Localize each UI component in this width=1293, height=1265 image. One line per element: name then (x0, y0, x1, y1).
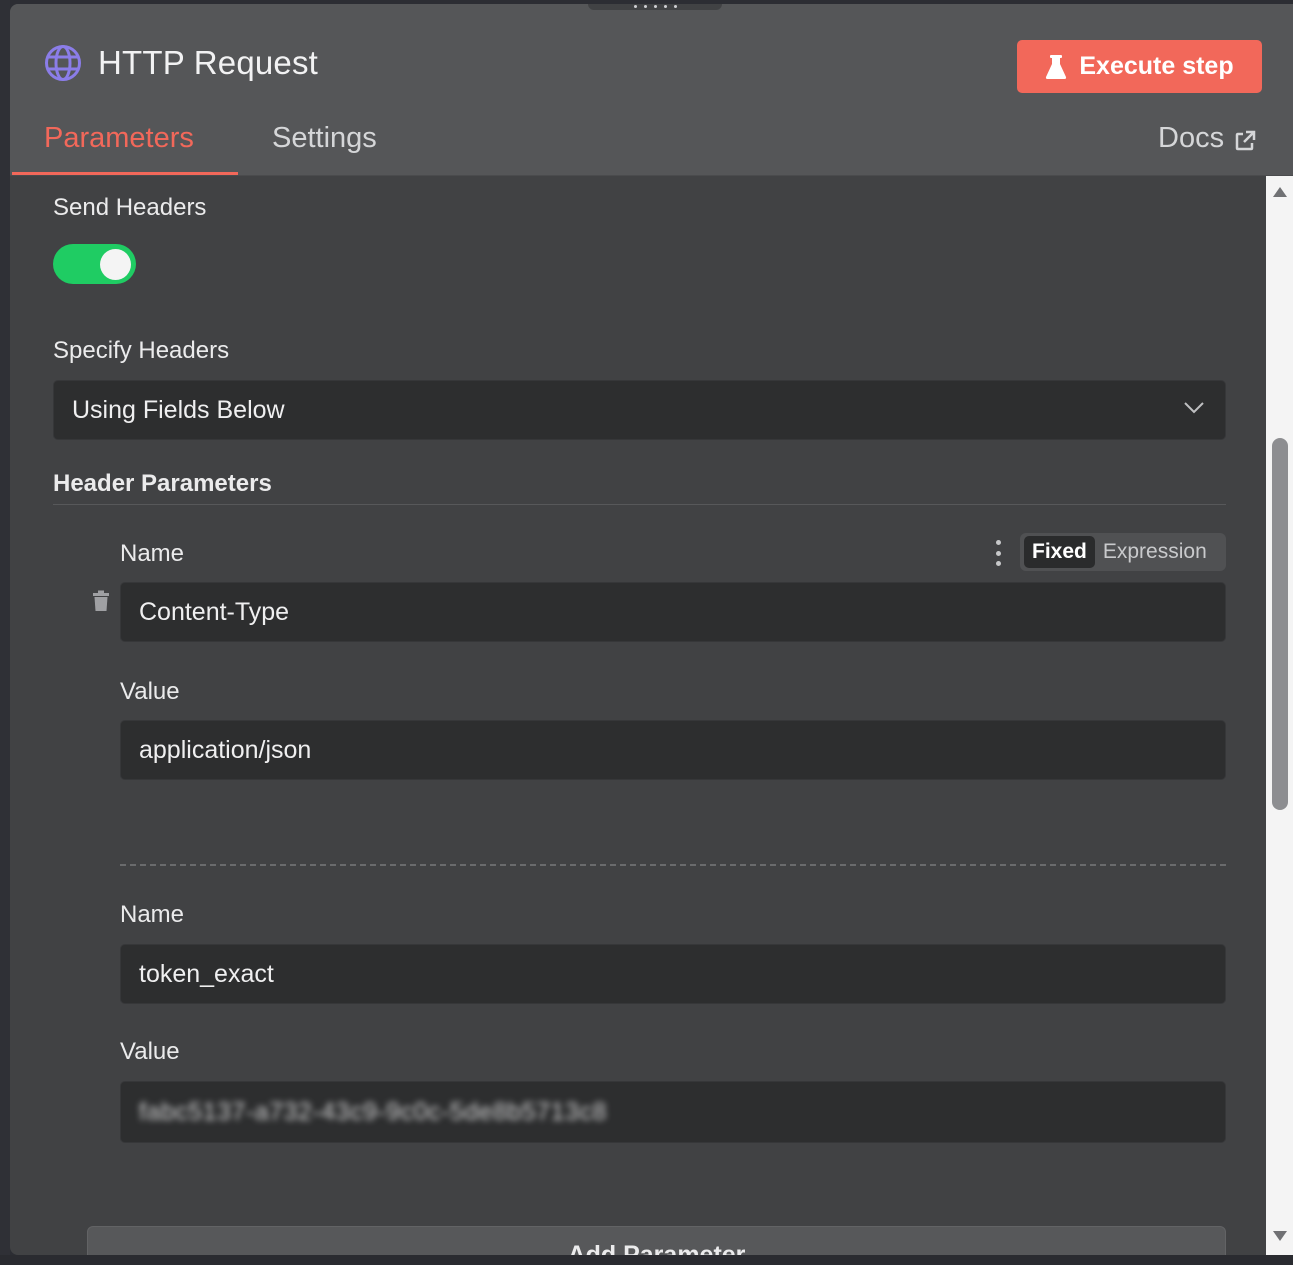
specify-headers-label: Specify Headers (53, 337, 230, 364)
tab-parameters[interactable]: Parameters (44, 122, 194, 155)
param-2-name-value: token_exact (139, 959, 274, 988)
param-2-value-label: Value (120, 1038, 180, 1065)
mode-expression-option[interactable]: Expression (1095, 536, 1215, 568)
specify-headers-value: Using Fields Below (72, 395, 285, 424)
docs-link[interactable]: Docs (1158, 122, 1256, 155)
execute-step-button[interactable]: Execute step (1017, 40, 1262, 93)
fixed-expression-toggle[interactable]: Fixed Expression (1020, 533, 1226, 571)
param-1-value-label: Value (120, 678, 180, 705)
section-divider (53, 504, 1226, 505)
param-2-value-input[interactable]: fabc5137-a732-43c9-9c0c-5de8b5713c8 (120, 1081, 1226, 1143)
scroll-up-arrow-icon[interactable] (1272, 186, 1288, 198)
execute-step-label: Execute step (1079, 52, 1234, 80)
header-parameters-label: Header Parameters (53, 470, 272, 497)
panel-header: HTTP Request Execute step Parameters Set… (10, 4, 1293, 176)
flask-icon (1046, 54, 1067, 79)
param-1-name-label: Name (120, 540, 185, 567)
globe-icon (45, 45, 81, 81)
param-2-value-value: fabc5137-a732-43c9-9c0c-5de8b5713c8 (139, 1097, 607, 1126)
canvas-background-bottom (0, 1255, 1293, 1265)
toggle-knob (100, 249, 131, 280)
param-1-value-value: application/json (139, 735, 312, 764)
trash-icon[interactable] (92, 590, 110, 612)
add-parameter-button[interactable]: Add Parameter (87, 1226, 1226, 1255)
send-headers-toggle[interactable] (53, 244, 136, 284)
docs-label: Docs (1158, 122, 1225, 154)
send-headers-label: Send Headers (53, 194, 207, 221)
param-2-name-label: Name (120, 901, 185, 928)
parameter-separator (120, 864, 1226, 866)
param-2-name-input[interactable]: token_exact (120, 944, 1226, 1004)
vertical-scrollbar[interactable] (1266, 176, 1293, 1255)
param-1-name-value: Content-Type (139, 597, 290, 626)
canvas-background (0, 0, 10, 1265)
node-title: HTTP Request (98, 44, 319, 81)
kebab-icon[interactable] (995, 540, 1001, 566)
chevron-down-icon (1184, 402, 1204, 414)
specify-headers-select[interactable]: Using Fields Below (53, 380, 1226, 440)
scrollbar-thumb[interactable] (1272, 438, 1288, 810)
external-link-icon (1235, 130, 1256, 150)
tab-settings[interactable]: Settings (272, 122, 377, 155)
active-tab-indicator (12, 172, 238, 175)
scroll-down-arrow-icon[interactable] (1272, 1230, 1288, 1242)
add-parameter-label: Add Parameter (567, 1241, 746, 1255)
parameters-content: Send Headers Specify Headers Using Field… (10, 176, 1266, 1255)
param-1-name-input[interactable]: Content-Type (120, 582, 1226, 642)
node-details-panel: HTTP Request Execute step Parameters Set… (10, 4, 1293, 1255)
mode-fixed-option[interactable]: Fixed (1024, 536, 1095, 568)
param-1-value-input[interactable]: application/json (120, 720, 1226, 780)
panel-drag-handle[interactable] (588, 4, 722, 10)
